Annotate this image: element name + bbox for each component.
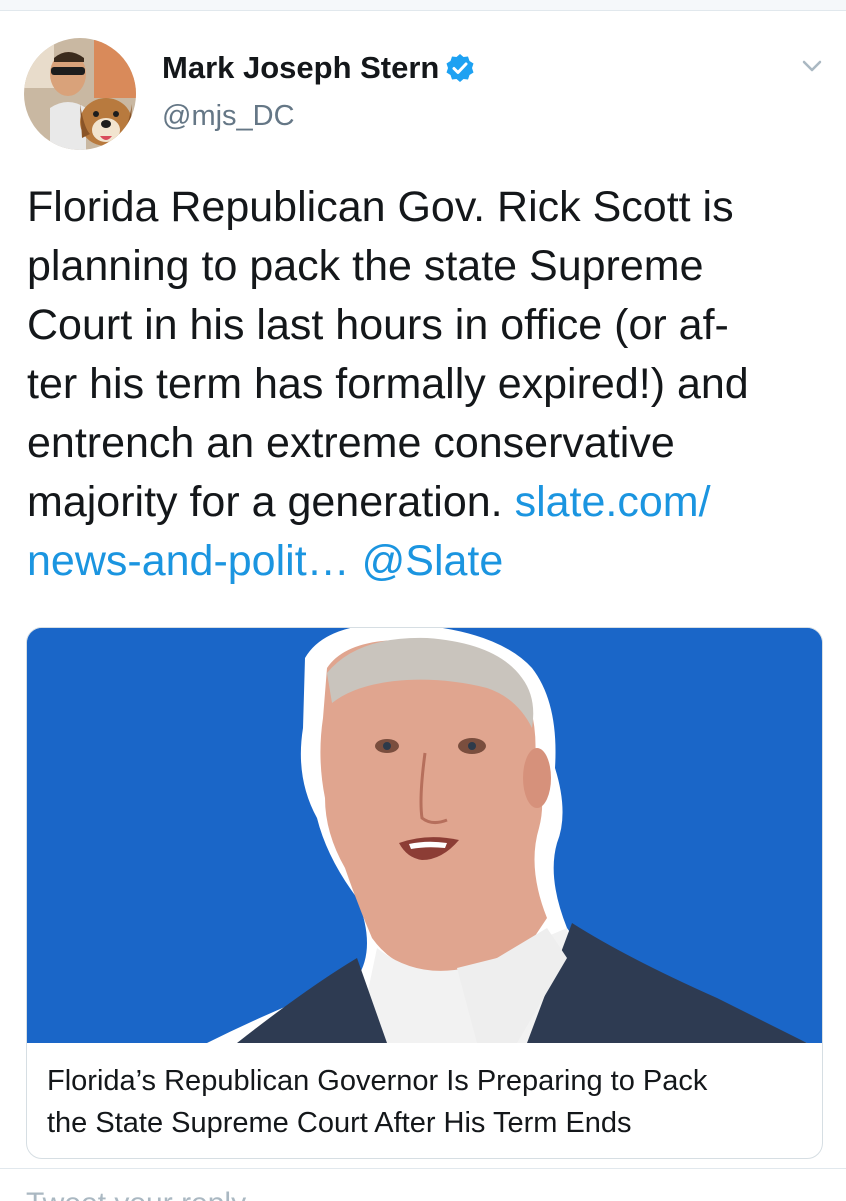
top-divider [0,0,846,11]
link-preview-card[interactable]: Florida’s Republican Governor Is Prepari… [26,627,823,1159]
author-display-name[interactable]: Mark Joseph Stern [162,50,475,86]
avatar[interactable] [24,38,136,150]
tweet-line: Court in his last hours in office (or af… [27,301,729,349]
author-handle[interactable]: @mjs_DC [162,100,295,133]
card-title-line: Florida’s Republican Governor Is Prepari… [47,1065,708,1097]
card-title: Florida’s Republican Governor Is Prepari… [47,1060,807,1144]
verified-badge-icon [445,53,475,83]
tweet-line: entrench an extreme conservative [27,419,675,467]
tweet-line-text: majority for a generation. [27,478,503,526]
reply-bar[interactable]: Tweet your reply [0,1168,846,1201]
chevron-down-icon[interactable] [796,52,828,80]
article-link[interactable]: slate.com/ [515,478,711,526]
tweet-text: Florida Republican Gov. Rick Scott is pl… [27,178,827,591]
card-title-line: the State Supreme Court After His Term E… [47,1107,632,1139]
tweet-line: Florida Republican Gov. Rick Scott is [27,183,734,231]
tweet-line: planning to pack the state Supreme [27,242,704,290]
author-name-text: Mark Joseph Stern [162,50,440,85]
tweet-line: news-and-polit… @Slate [27,532,827,591]
avatar-image [24,38,136,150]
tweet-line: majority for a generation. slate.com/ [27,473,827,532]
slate-mention-link[interactable]: @Slate [362,537,504,585]
reply-input-placeholder[interactable]: Tweet your reply [26,1187,246,1201]
tweet-line: ter his term has formally expired!) and [27,360,749,408]
article-link-continued[interactable]: news-and-polit… [27,537,350,585]
card-image [27,628,822,1043]
